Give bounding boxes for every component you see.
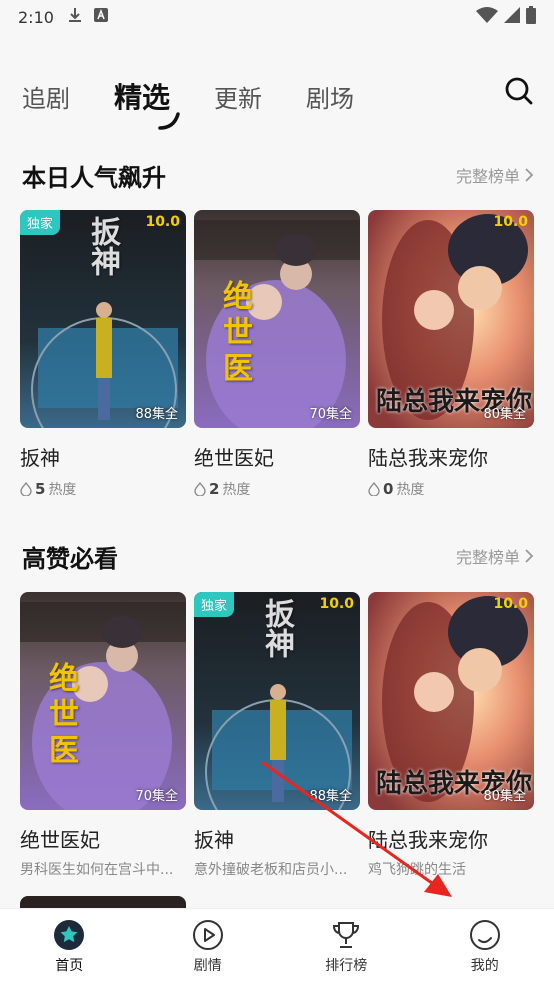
- flame-icon: [368, 482, 380, 496]
- heat-info: 2 热度: [194, 479, 360, 499]
- bottom-nav-bar: 首页 剧情 排行榜 我的: [0, 908, 554, 984]
- nav-home-label: 首页: [55, 958, 84, 974]
- poster-title-text: 绝世医: [43, 662, 78, 770]
- drama-title[interactable]: 陆总我来宠你: [368, 824, 534, 853]
- full-ranking-link[interactable]: 完整榜单: [456, 163, 534, 187]
- drama-description: 意外撞破老板和店员小...: [194, 862, 348, 878]
- nav-drama-label: 剧情: [193, 958, 222, 974]
- download-icon: [68, 7, 82, 27]
- top-tab-bar: 追剧 精选 更新 剧场: [0, 68, 554, 130]
- poster-image[interactable]: 绝世医 70集全: [20, 592, 186, 810]
- section-title: 高赞必看: [22, 544, 118, 573]
- home-star-icon: [54, 920, 85, 950]
- nav-ranking[interactable]: 排行榜: [296, 918, 396, 975]
- nav-home[interactable]: 首页: [19, 918, 119, 975]
- trophy-icon: [333, 922, 360, 948]
- poster-logo-text: 扳神: [85, 216, 120, 276]
- search-button[interactable]: [504, 76, 534, 106]
- status-time: 2:10: [18, 7, 54, 27]
- rating-score: 10.0: [145, 214, 180, 230]
- search-icon: [505, 77, 533, 105]
- nav-drama[interactable]: 剧情: [158, 918, 258, 975]
- poster-image[interactable]: 陆总我来宠你 10.0 80集全: [368, 592, 534, 810]
- poster-image[interactable]: 扳神 独家 10.0 88集全: [20, 210, 186, 428]
- heat-label: 热度: [222, 482, 251, 498]
- battery-icon: [526, 6, 536, 28]
- heat-value: 5: [35, 480, 46, 498]
- flame-icon: [194, 482, 206, 496]
- drama-card[interactable]: 绝世医 70集全 绝世医妃 男科医生如何在宫斗中...: [20, 592, 186, 879]
- heat-label: 热度: [396, 482, 425, 498]
- rating-score: 10.0: [319, 596, 354, 612]
- tab-featured-label: 精选: [114, 81, 171, 114]
- play-icon: [192, 920, 223, 950]
- tab-updates[interactable]: 更新: [214, 79, 262, 114]
- wifi-icon: [476, 7, 498, 27]
- status-bar: 2:10: [0, 0, 554, 34]
- exclusive-badge: 独家: [194, 592, 235, 617]
- chevron-right-icon: [525, 549, 534, 563]
- poster-image[interactable]: 绝世医 70集全: [194, 210, 360, 428]
- drama-card[interactable]: 绝世医 70集全 绝世医妃 2 热度: [194, 210, 360, 499]
- drama-description: 男科医生如何在宫斗中...: [20, 862, 174, 878]
- episode-count: 80集全: [483, 789, 526, 804]
- heat-value: 2: [209, 480, 220, 498]
- nav-ranking-label: 排行榜: [325, 958, 368, 974]
- signal-icon: [504, 7, 520, 27]
- drama-title[interactable]: 陆总我来宠你: [368, 442, 534, 471]
- heat-label: 热度: [48, 482, 77, 498]
- tab-following[interactable]: 追剧: [22, 79, 70, 114]
- full-ranking-label: 完整榜单: [455, 548, 520, 567]
- full-ranking-label: 完整榜单: [455, 167, 520, 186]
- rating-score: 10.0: [493, 214, 528, 230]
- heat-info: 0 热度: [368, 479, 534, 499]
- drama-title[interactable]: 扳神: [20, 442, 186, 471]
- chevron-right-icon: [525, 168, 534, 182]
- nav-mine[interactable]: 我的: [435, 918, 535, 975]
- nav-mine-label: 我的: [470, 958, 499, 974]
- heat-value: 0: [383, 480, 394, 498]
- episode-count: 70集全: [309, 407, 352, 422]
- drama-card[interactable]: 扳神 独家 10.0 88集全 扳神 5 热度: [20, 210, 186, 499]
- tab-theater[interactable]: 剧场: [306, 79, 354, 114]
- episode-count: 88集全: [309, 789, 352, 804]
- active-tab-indicator: [158, 112, 180, 130]
- section-header-trending: 本日人气飙升 完整榜单: [22, 157, 534, 193]
- status-right-icons: [476, 6, 536, 28]
- drama-title[interactable]: 绝世医妃: [20, 824, 186, 853]
- drama-card[interactable]: 扳神 独家 10.0 88集全 扳神 意外撞破老板和店员小...: [194, 592, 360, 879]
- poster-title-text: 绝世医: [217, 280, 252, 388]
- full-ranking-link[interactable]: 完整榜单: [456, 544, 534, 568]
- tab-featured[interactable]: 精选: [114, 76, 180, 130]
- episode-count: 70集全: [135, 789, 178, 804]
- drama-card[interactable]: 陆总我来宠你 10.0 80集全 陆总我来宠你 鸡飞狗跳的生活: [368, 592, 534, 879]
- poster-image[interactable]: 扳神 独家 10.0 88集全: [194, 592, 360, 810]
- drama-title[interactable]: 扳神: [194, 824, 360, 853]
- drama-title[interactable]: 绝世医妃: [194, 442, 360, 471]
- section-title: 本日人气飙升: [22, 163, 166, 192]
- font-notification-icon: [93, 8, 108, 26]
- drama-description: 鸡飞狗跳的生活: [368, 862, 466, 878]
- episode-count: 80集全: [483, 407, 526, 422]
- profile-smile-icon: [469, 920, 500, 950]
- drama-card[interactable]: 陆总我来宠你 10.0 80集全 陆总我来宠你 0 热度: [368, 210, 534, 499]
- episode-count: 88集全: [135, 407, 178, 422]
- heat-info: 5 热度: [20, 479, 186, 499]
- section-header-highly-rated: 高赞必看 完整榜单: [22, 538, 534, 574]
- poster-logo-text: 扳神: [259, 598, 294, 658]
- rating-score: 10.0: [493, 596, 528, 612]
- exclusive-badge: 独家: [20, 210, 61, 235]
- flame-icon: [20, 482, 32, 496]
- poster-image[interactable]: 陆总我来宠你 10.0 80集全: [368, 210, 534, 428]
